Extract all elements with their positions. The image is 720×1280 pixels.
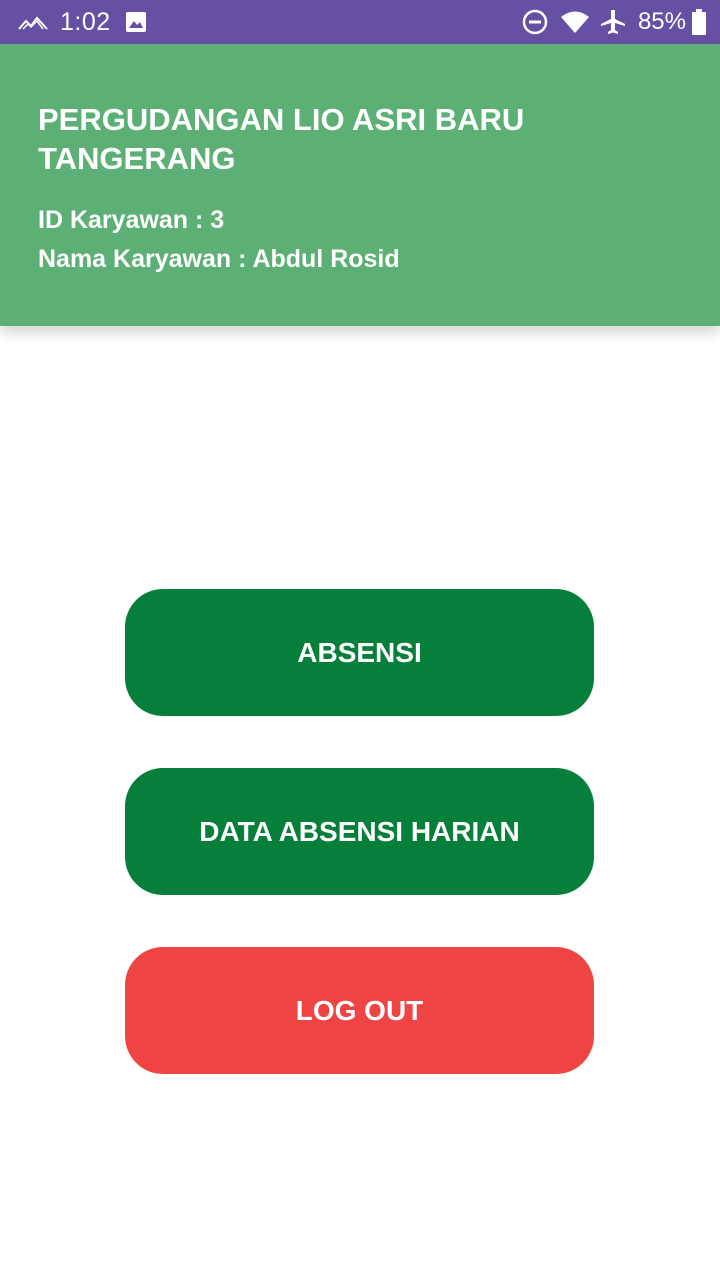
signal-wave-icon <box>18 12 48 32</box>
data-absensi-harian-button[interactable]: DATA ABSENSI HARIAN <box>125 768 594 895</box>
employee-header: PERGUDANGAN LIO ASRI BARU TANGERANG ID K… <box>0 44 720 326</box>
image-icon <box>125 11 147 33</box>
logout-button[interactable]: LOG OUT <box>125 947 594 1074</box>
do-not-disturb-icon <box>522 9 548 35</box>
status-bar-right: 85% <box>522 0 706 44</box>
employee-id: ID Karyawan : 3 <box>38 206 225 234</box>
status-time: 1:02 <box>60 7 111 36</box>
absensi-button[interactable]: ABSENSI <box>125 589 594 716</box>
battery-percent: 85% <box>637 8 686 35</box>
airplane-icon <box>600 9 626 35</box>
employee-name: Nama Karyawan : Abdul Rosid <box>38 245 400 273</box>
status-bar: 1:02 85% <box>0 0 720 44</box>
wifi-icon <box>560 10 590 34</box>
company-title: PERGUDANGAN LIO ASRI BARU TANGERANG <box>38 102 525 176</box>
battery-icon <box>692 9 706 35</box>
status-bar-left: 1:02 <box>18 0 147 44</box>
